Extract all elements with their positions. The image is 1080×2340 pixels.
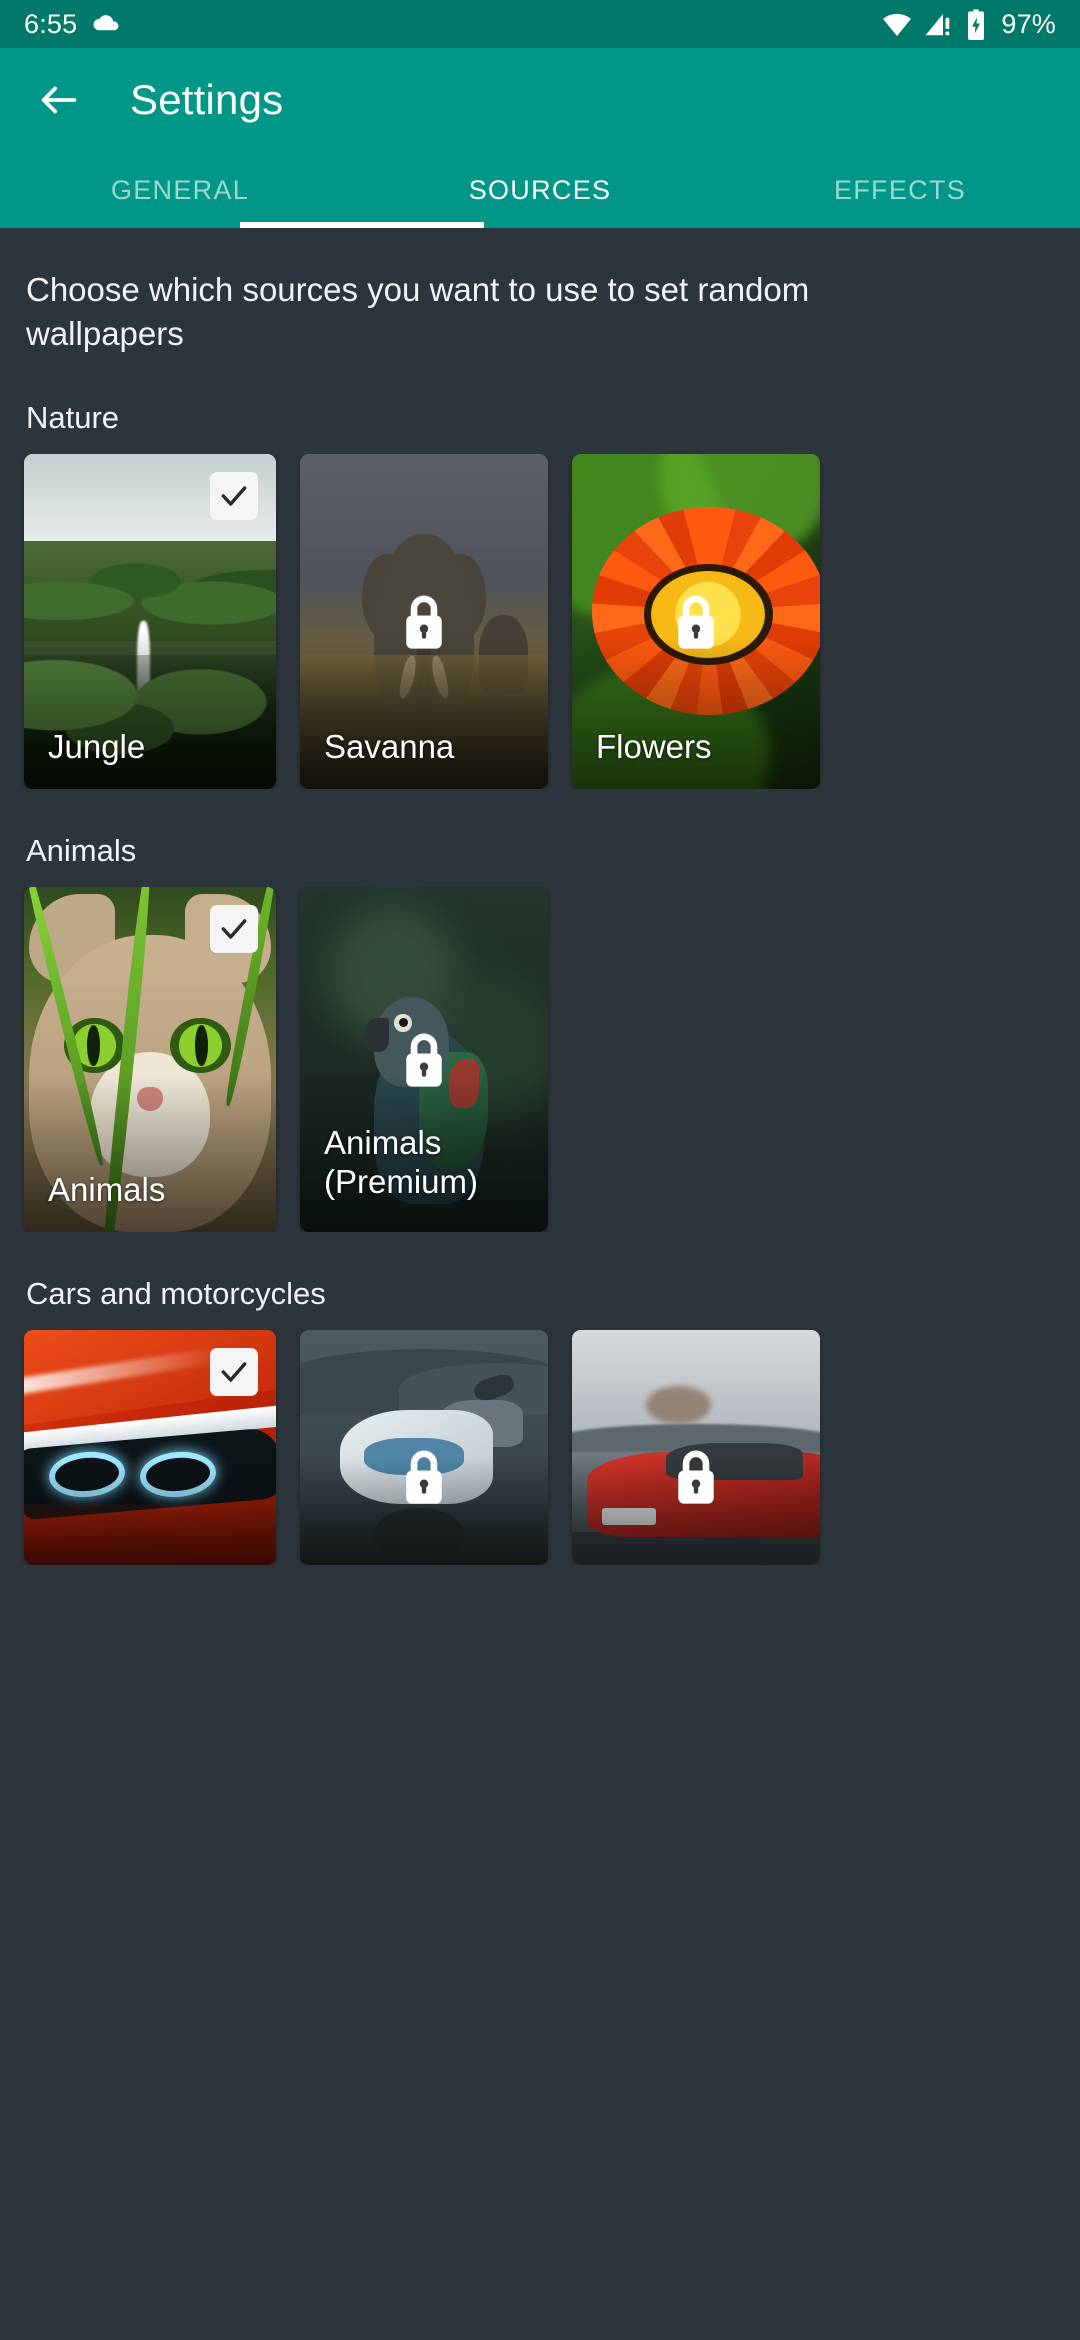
card-gradient-overlay	[24, 1456, 276, 1565]
check-icon	[221, 1362, 247, 1382]
lock-icon	[406, 595, 442, 649]
lock-badge-savanna	[397, 590, 451, 652]
section-title-animals: Animals	[26, 832, 137, 868]
section-title-cars: Cars and motorcycles	[26, 1275, 326, 1311]
source-card-label: Savanna	[324, 727, 455, 765]
status-bar-right: 97%	[881, 8, 1056, 40]
source-card-label: Jungle	[48, 727, 146, 765]
source-card-animals-premium[interactable]: Animals (Premium)	[300, 886, 548, 1232]
tab-active-indicator	[240, 222, 484, 228]
section-title-nature: Nature	[26, 399, 120, 435]
tab-sources[interactable]: SOURCES	[360, 152, 720, 228]
lock-icon	[406, 1450, 442, 1504]
sources-content: Choose which sources you want to use to …	[0, 228, 1080, 2340]
sources-description: Choose which sources you want to use to …	[26, 271, 810, 352]
source-row-nature[interactable]: Jungle Savanna Flowers	[0, 453, 1080, 789]
source-card-label: Animals (Premium)	[324, 1123, 478, 1200]
source-card-sportscars[interactable]	[572, 1329, 820, 1565]
check-icon	[221, 919, 247, 939]
source-card-label: Animals	[48, 1170, 166, 1208]
source-row-animals[interactable]: Animals Animals (Premium)	[0, 886, 1080, 1232]
source-card-animals[interactable]: Animals	[24, 886, 276, 1232]
page-title: Settings	[130, 76, 284, 123]
checkbox-jungle[interactable]	[210, 471, 258, 520]
source-card-cars[interactable]	[24, 1329, 276, 1565]
lock-badge-flowers	[669, 590, 723, 652]
status-bar-clock: 6:55	[24, 8, 78, 39]
lock-badge-motorcycles	[397, 1445, 451, 1507]
back-button[interactable]	[30, 71, 88, 129]
status-bar: 6:55 97%	[0, 0, 1080, 48]
battery-charging-icon	[963, 8, 989, 40]
lock-badge-animals-premium	[397, 1028, 451, 1090]
check-icon	[221, 486, 247, 506]
status-bar-left: 6:55	[24, 9, 121, 40]
cloud-icon	[91, 9, 121, 39]
source-card-jungle[interactable]: Jungle	[24, 453, 276, 789]
lock-icon	[406, 1033, 442, 1087]
checkbox-cars[interactable]	[210, 1347, 258, 1396]
app-bar: Settings	[0, 48, 1080, 152]
tab-bar: GENERAL SOURCES EFFECTS	[0, 152, 1080, 228]
tab-effects[interactable]: EFFECTS	[720, 152, 1080, 228]
wifi-icon	[881, 8, 913, 40]
source-card-motorcycles[interactable]	[300, 1329, 548, 1565]
lock-icon	[678, 1450, 714, 1504]
tab-general[interactable]: GENERAL	[0, 152, 360, 228]
cellular-signal-warning-icon	[923, 9, 953, 39]
source-card-label: Flowers	[596, 727, 712, 765]
source-card-flowers[interactable]: Flowers	[572, 453, 820, 789]
checkbox-animals[interactable]	[210, 904, 258, 953]
lock-icon	[678, 595, 714, 649]
source-card-savanna[interactable]: Savanna	[300, 453, 548, 789]
lock-badge-sportscars	[669, 1445, 723, 1507]
source-row-cars[interactable]	[0, 1329, 1080, 1565]
battery-percent-label: 97%	[1001, 8, 1056, 39]
back-arrow-icon	[41, 86, 77, 114]
